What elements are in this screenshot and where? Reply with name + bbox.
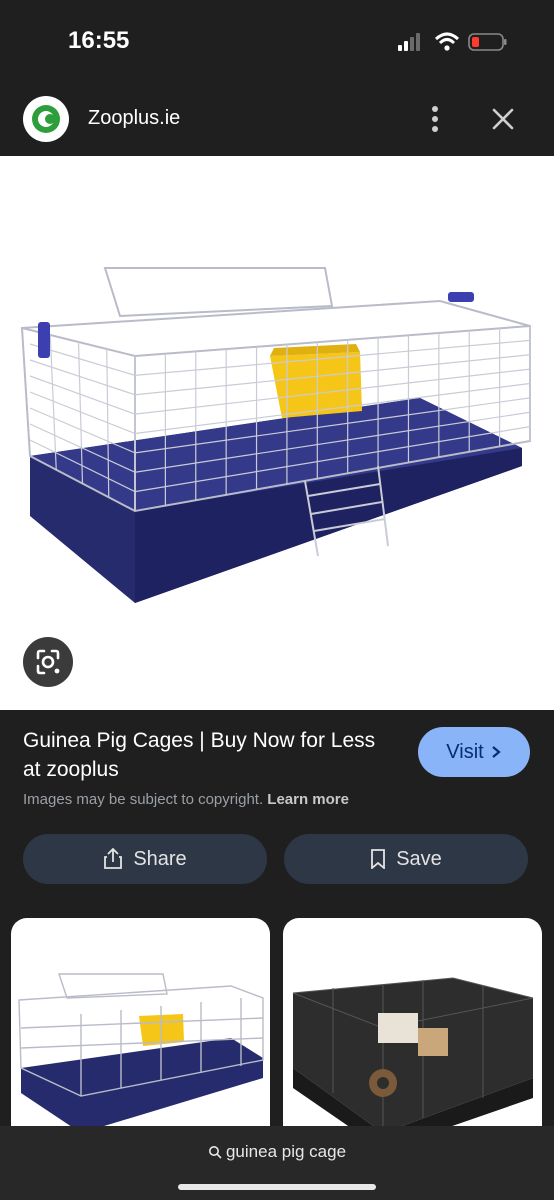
result-title[interactable]: Guinea Pig Cages | Buy Now for Less at z…	[23, 726, 393, 784]
more-options-button[interactable]	[422, 102, 448, 136]
status-bar: 16:55	[0, 0, 554, 82]
related-image-thumbnail[interactable]	[11, 918, 270, 1148]
more-vert-icon	[432, 106, 438, 132]
visit-label: Visit	[446, 740, 484, 763]
lens-search-button[interactable]	[23, 637, 73, 687]
related-image-thumbnail[interactable]	[283, 918, 542, 1148]
cage-thumbnail-image	[18, 973, 264, 1133]
save-label: Save	[396, 847, 442, 870]
learn-more-link[interactable]: Learn more	[267, 791, 349, 808]
guinea-pig-cage-image	[20, 267, 531, 603]
close-button[interactable]	[486, 102, 520, 136]
share-icon	[104, 848, 123, 869]
signal-wifi-battery-icon	[398, 32, 507, 51]
playpen-thumbnail-image	[292, 977, 534, 1148]
search-query-pill[interactable]: guinea pig cage	[208, 1142, 346, 1162]
share-label: Share	[133, 847, 187, 870]
google-lens-icon	[36, 649, 60, 675]
copyright-notice: Images may be subject to copyright. Lear…	[23, 791, 349, 808]
search-query: guinea pig cage	[225, 1142, 347, 1161]
zooplus-logo-icon	[32, 105, 60, 133]
share-button[interactable]: Share	[23, 834, 267, 884]
home-indicator[interactable]	[178, 1184, 376, 1190]
bottom-search-bar: guinea pig cage	[0, 1126, 554, 1200]
site-name[interactable]: Zooplus.ie	[88, 107, 180, 130]
main-product-image[interactable]	[0, 156, 554, 710]
close-icon	[492, 108, 514, 130]
chevron-right-icon	[491, 746, 501, 758]
status-time: 16:55	[68, 27, 130, 54]
copyright-text: Images may be subject to copyright.	[23, 791, 264, 808]
save-button[interactable]: Save	[284, 834, 528, 884]
search-icon	[208, 1146, 222, 1159]
status-icons	[398, 30, 510, 54]
bookmark-icon	[371, 849, 386, 869]
visit-button[interactable]: Visit	[418, 727, 530, 777]
source-header: Zooplus.ie	[0, 82, 554, 156]
zooplus-logo[interactable]	[23, 96, 69, 142]
